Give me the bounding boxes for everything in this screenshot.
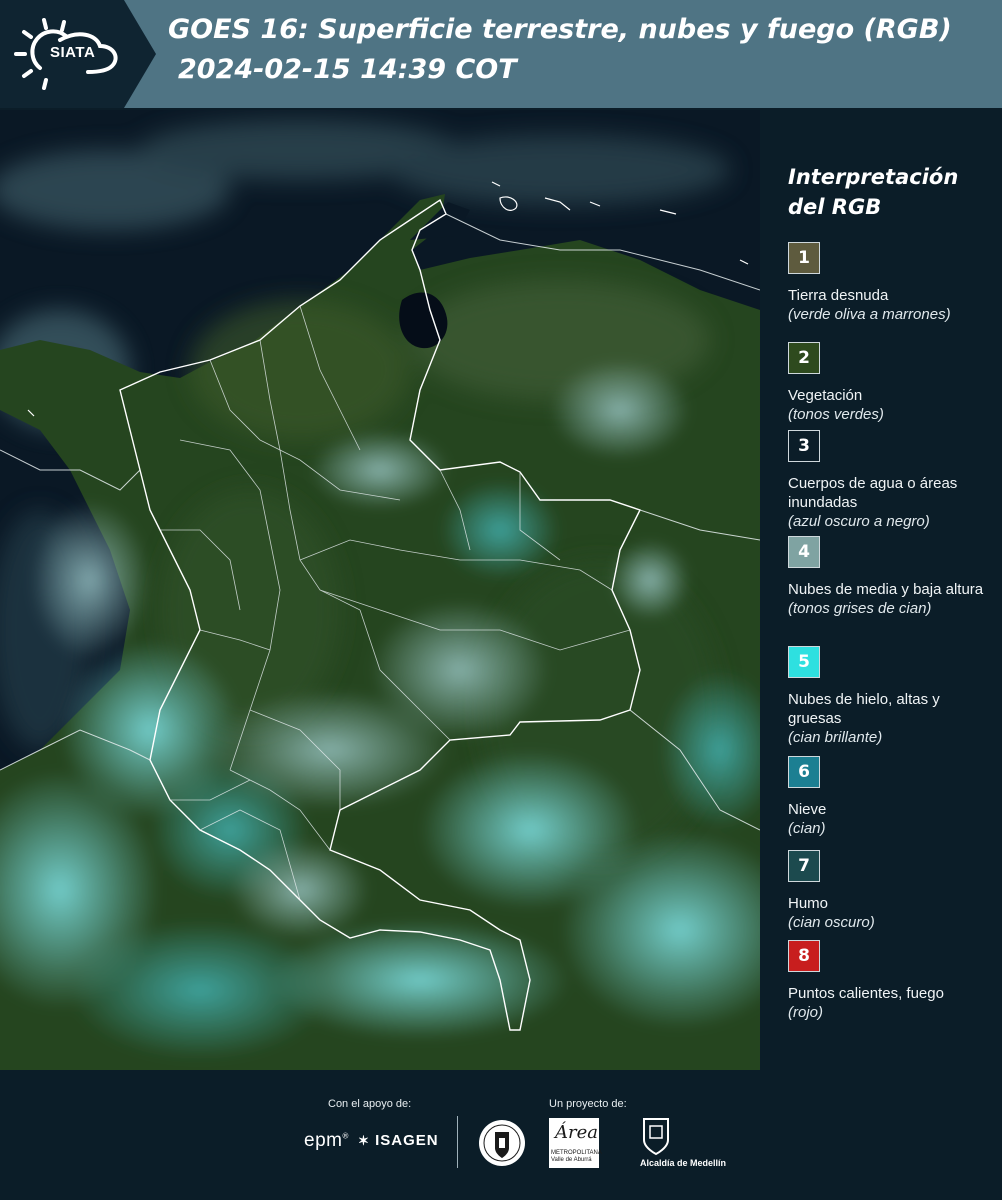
isagen-logo: ✶ ISAGEN [358,1132,439,1149]
university-seal-icon [479,1120,525,1166]
legend-swatch: 5 [788,646,820,678]
legend-swatch: 1 [788,242,820,274]
legend-item: 8 Puntos calientes, fuego (rojo) [788,940,988,1022]
legend-item: 7 Humo (cian oscuro) [788,850,988,932]
legend-sublabel: (tonos verdes) [788,406,884,423]
isagen-logo-text: ISAGEN [375,1132,439,1149]
rgb-legend: Interpretación del RGB 1 Tierra desnuda (v… [788,162,993,1021]
isagen-star-icon: ✶ [358,1133,370,1148]
legend-label: Puntos calientes, fuego [788,985,944,1002]
legend-item: 6 Nieve (cian) [788,756,988,838]
legend-title-line-1: Interpretación [788,165,959,189]
legend-swatch: 8 [788,940,820,972]
legend-swatch: 3 [788,430,820,462]
legend-sublabel: (cian) [788,820,826,837]
support-label: Con el apoyo de: [328,1098,412,1110]
legend-swatch: 2 [788,342,820,374]
legend-swatch: 6 [788,756,820,788]
legend-title: Interpretación del RGB [788,162,993,222]
legend-item: 4 Nubes de media y baja altura (tonos gris… [788,536,988,618]
header: SIATA GOES 16: Superficie terrestre, nub… [0,0,1002,108]
legend-item: 2 Vegetación (tonos verdes) [788,342,988,424]
legend-label: Nubes de hielo, altas y gruesas [788,691,940,727]
area-logo-sub1: METROPOLITANA [551,1150,602,1156]
legend-item: 5 Nubes de hielo, altas y gruesas (cian br… [788,646,988,747]
legend-label: Tierra desnuda [788,287,889,304]
area-logo-subtitle: METROPOLITANA Valle de Aburrá [551,1150,602,1164]
legend-swatch: 7 [788,850,820,882]
legend-title-line-2: del RGB [788,195,882,219]
area-logo-sub2: Valle de Aburrá [551,1157,592,1163]
page-title: GOES 16: Superficie terrestre, nubes y f… [168,14,952,45]
siata-logo: SIATA [0,0,156,108]
legend-label: Nubes de media y baja altura [788,581,984,598]
legend-label: Nieve [788,801,827,818]
satellite-image [0,110,760,1070]
legend-label: Cuerpos de agua o áreas inundadas [788,475,958,511]
legend-sublabel: (rojo) [788,1004,824,1021]
epm-logo-text: epm [304,1130,343,1151]
legend-sublabel: (cian oscuro) [788,914,875,931]
legend-item: 1 Tierra desnuda (verde oliva a marrones) [788,242,988,324]
legend-sublabel: (cian brillante) [788,729,883,746]
legend-sublabel: (azul oscuro a negro) [788,513,930,530]
image-datetime: 2024-02-15 14:39 COT [178,54,517,85]
legend-label: Vegetación [788,387,863,404]
satellite-map[interactable] [0,110,760,1070]
area-logo-text: Área [555,1122,598,1143]
footer: Con el apoyo de: Un proyecto de: epm® ✶ … [0,1070,1002,1200]
legend-item: 3 Cuerpos de agua o áreas inundadas (azul … [788,430,988,531]
project-label: Un proyecto de: [549,1098,627,1110]
legend-swatch: 4 [788,536,820,568]
legend-sublabel: (tonos grises de cian) [788,600,932,617]
epm-logo: epm® [304,1130,349,1151]
medellin-shield-icon [643,1118,669,1156]
legend-label: Humo [788,895,829,912]
legend-sublabel: (verde oliva a marrones) [788,306,951,323]
area-metropolitana-logo: Área METROPOLITANA Valle de Aburrá [549,1118,602,1168]
medellin-label: Alcaldía de Medellín [640,1158,727,1168]
footer-divider [457,1116,458,1168]
siata-logo-text: SIATA [50,44,96,61]
